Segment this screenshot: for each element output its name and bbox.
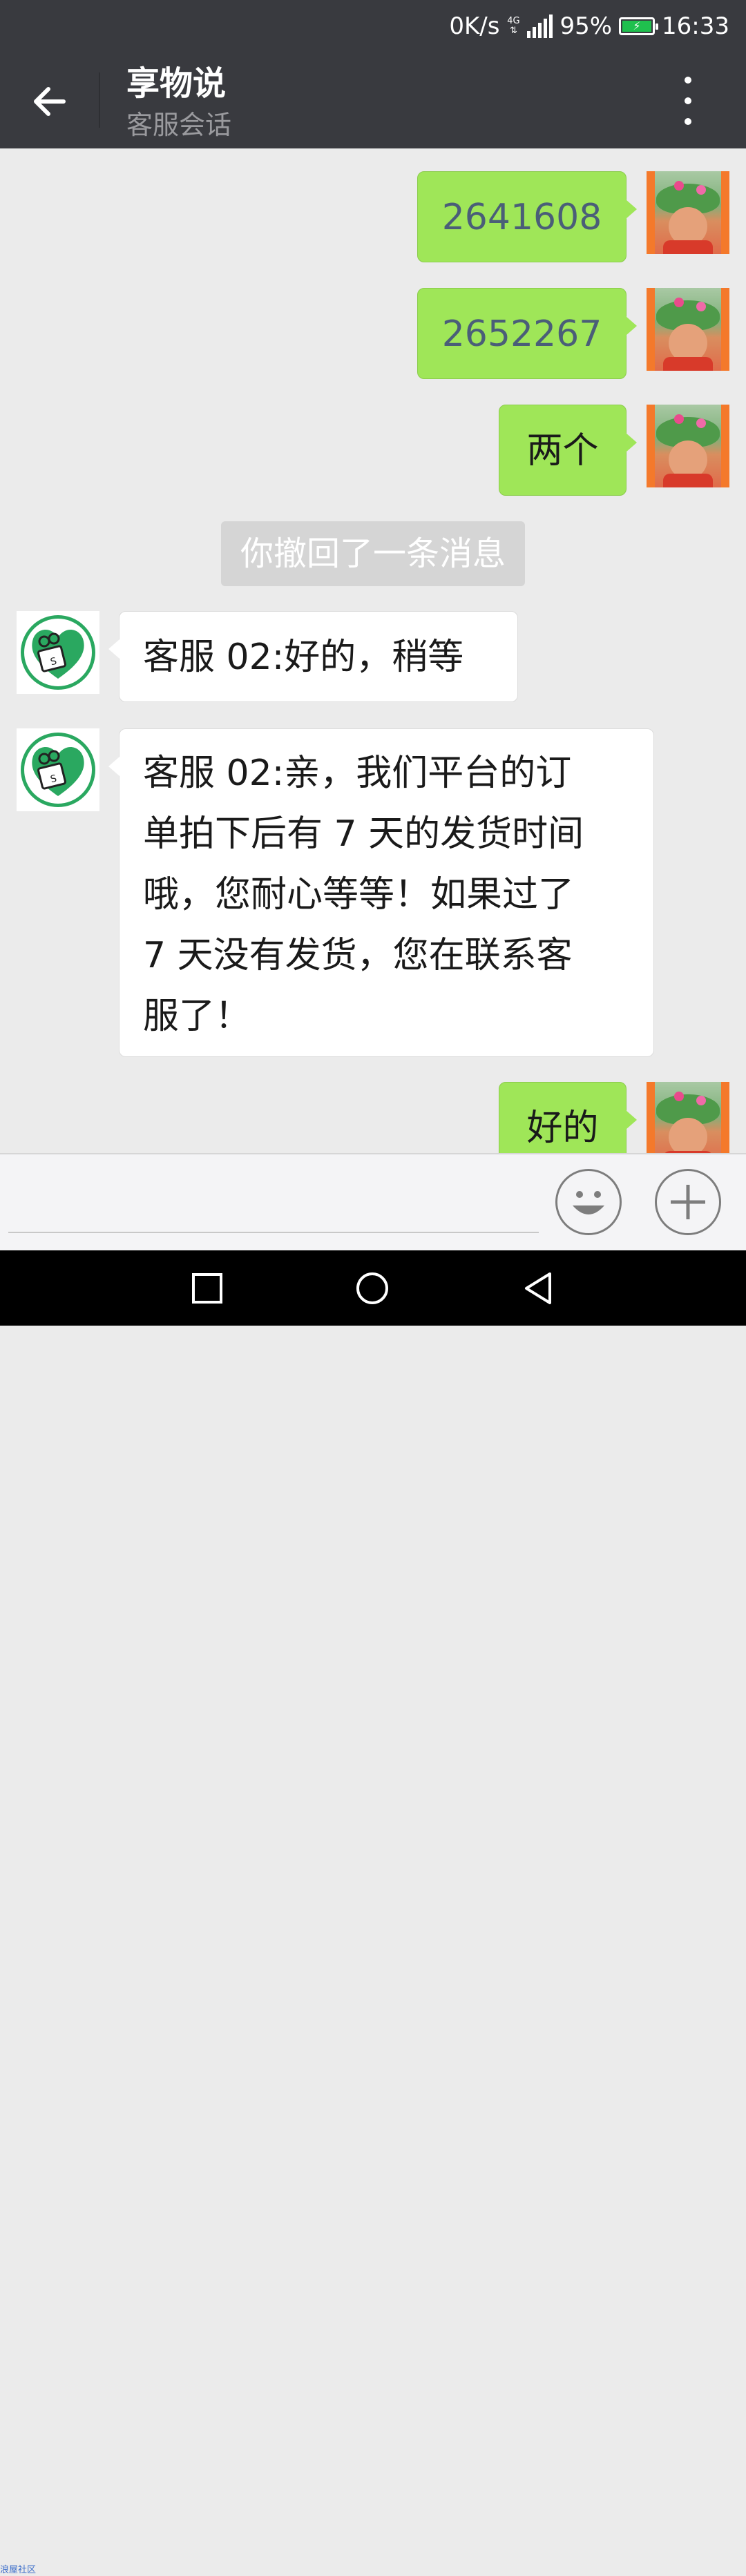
my-avatar[interactable] [647, 288, 729, 371]
chat-header: 享物说 客服会话 [0, 52, 746, 148]
watermark: 浪屋社区 [0, 2565, 37, 2575]
recall-notice: 你撤回了一条消息 [221, 521, 525, 586]
plus-icon [671, 1185, 705, 1219]
triangle-back-icon[interactable] [521, 1271, 555, 1306]
message-line: 哦，您耐心等等！如果过了 [143, 874, 575, 916]
gift-heart-icon: S [32, 746, 84, 796]
battery-icon: ⚡ [619, 17, 659, 35]
status-icons: 0K/s 4G ⇅ 95% ⚡ 16:33 [449, 10, 729, 43]
network-speed: 0K/s [449, 12, 500, 40]
message-bubble-sent[interactable]: 2641608 [417, 171, 637, 262]
square-icon[interactable] [190, 1271, 224, 1306]
header-divider [99, 72, 100, 128]
input-bar [0, 1153, 746, 1250]
chat-messages[interactable]: 2641608 2652267 两个 你撤回了一条消息 S 客服 02:好的，稍… [0, 148, 746, 1153]
status-bar: 0K/s 4G ⇅ 95% ⚡ 16:33 [0, 0, 746, 52]
page-subtitle: 客服会话 [126, 110, 232, 140]
clock: 16:33 [662, 12, 729, 40]
message-bubble-sent[interactable]: 两个 [499, 405, 637, 496]
arrow-left-icon[interactable] [28, 79, 72, 124]
gift-heart-icon: S [32, 629, 84, 679]
more-vertical-icon[interactable] [674, 77, 702, 125]
my-avatar[interactable] [647, 405, 729, 487]
emoji-icon [573, 1191, 604, 1214]
network-type-icon: 4G ⇅ [507, 16, 520, 36]
message-line: 7 天没有发货，您在联系客 [143, 935, 573, 976]
service-avatar[interactable]: S [17, 611, 99, 694]
message-bubble-received[interactable]: 客服 02:亲，我们平台的订 单拍下后有 7 天的发货时间 哦，您耐心等等！如果… [108, 728, 654, 1057]
message-bubble-sent[interactable]: 2652267 [417, 288, 637, 379]
emoji-button[interactable] [555, 1169, 622, 1235]
system-nav-bar: 浪屋社区 [0, 1250, 746, 2575]
message-input[interactable] [8, 1182, 539, 1233]
signal-icon [527, 14, 553, 38]
message-bubble-sent[interactable]: 好的 [499, 1082, 637, 1153]
my-avatar[interactable] [647, 1082, 729, 1153]
circle-icon[interactable] [355, 1271, 390, 1306]
message-line: 客服 02:亲，我们平台的订 [143, 753, 572, 794]
battery-percent: 95% [560, 12, 613, 40]
plus-button[interactable] [655, 1169, 721, 1235]
message-line: 服了！ [143, 996, 251, 1037]
my-avatar[interactable] [647, 171, 729, 254]
message-bubble-received[interactable]: 客服 02:好的，稍等 [108, 611, 518, 702]
page-title: 享物说 [126, 64, 227, 103]
service-avatar[interactable]: S [17, 728, 99, 811]
message-line: 单拍下后有 7 天的发货时间 [143, 813, 584, 855]
